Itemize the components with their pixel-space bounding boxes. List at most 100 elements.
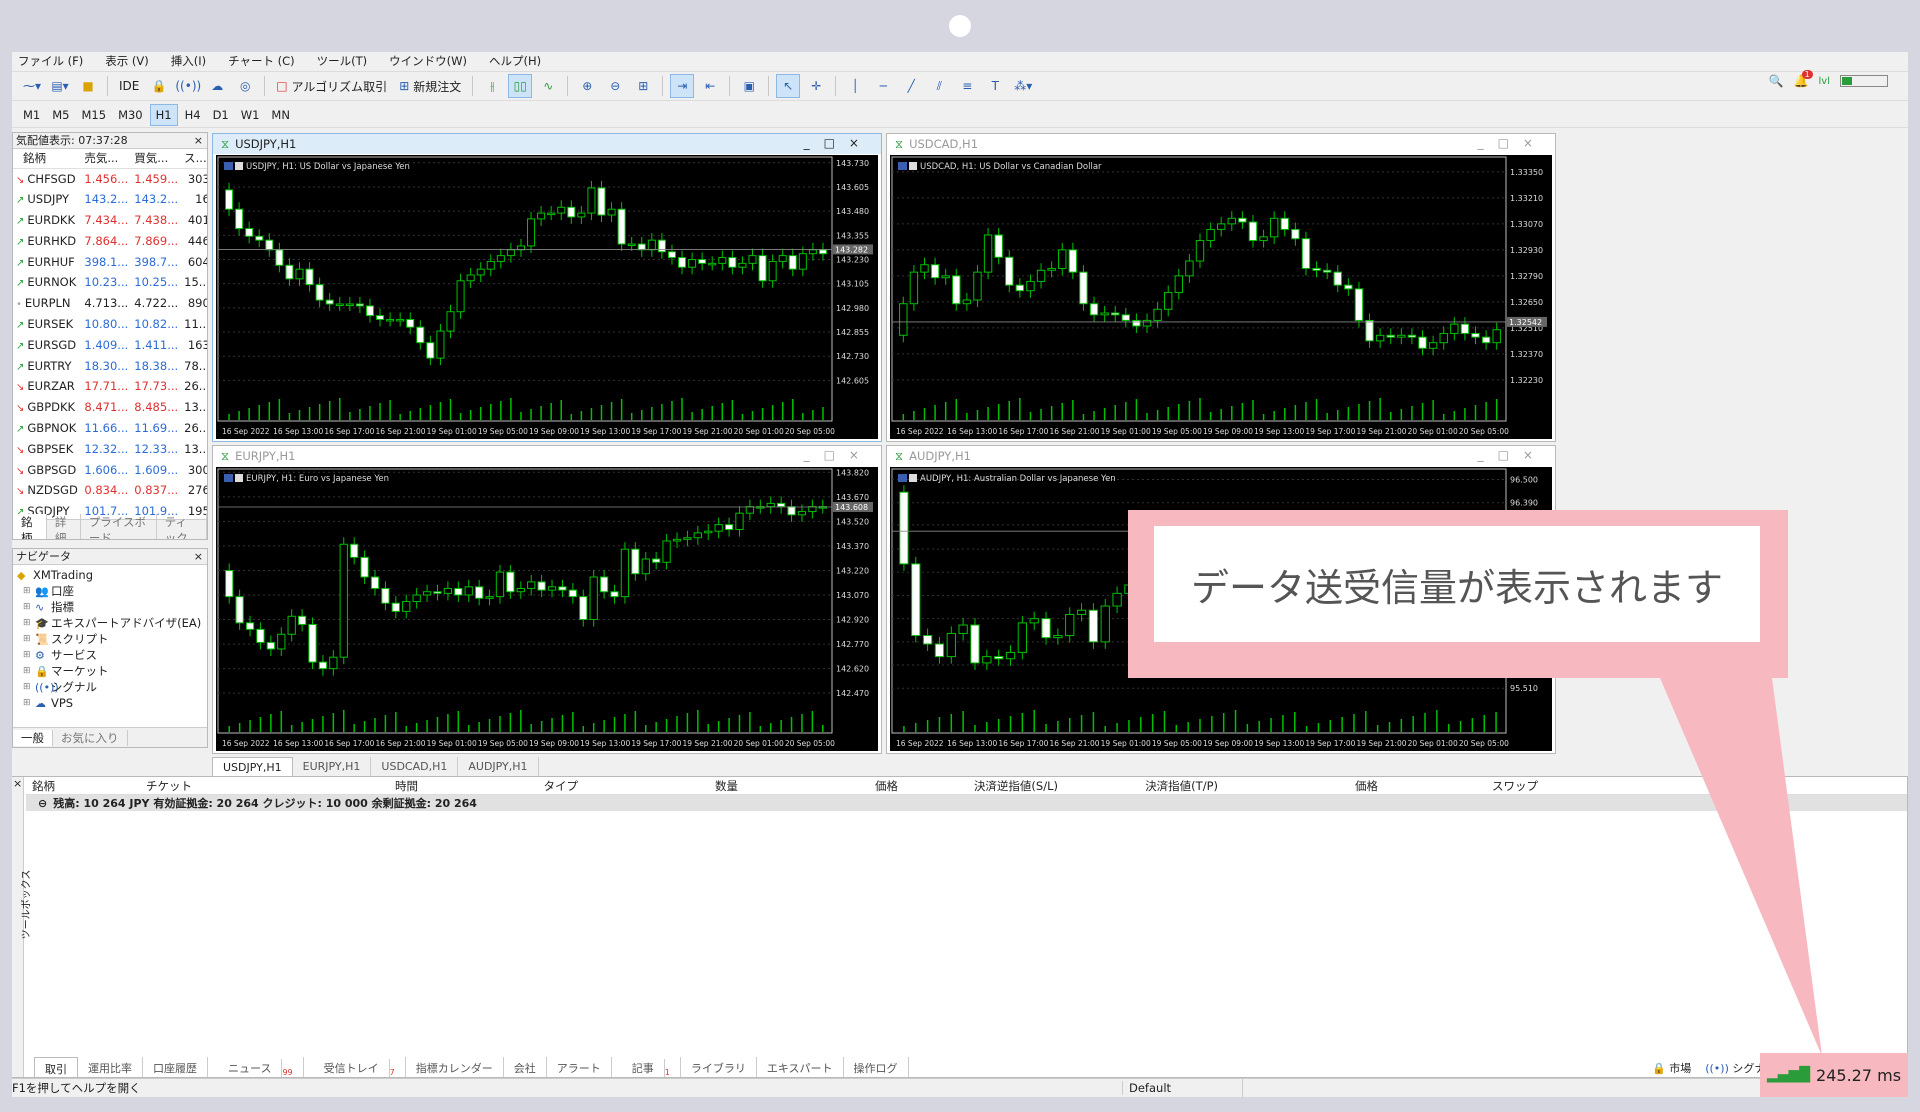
line-icon[interactable]: ∿ xyxy=(536,74,560,98)
chart-window-usdcad[interactable]: ⧖ USDCAD,H1 _□× 1.33350 1.33210 1.33070 1.329… xyxy=(886,133,1556,442)
autoscroll-icon[interactable]: ⇥ xyxy=(670,74,695,98)
tf-h4[interactable]: H4 xyxy=(180,104,206,126)
nav-item[interactable]: ⊞ 👥 口座 xyxy=(13,583,207,599)
close-icon[interactable]: × xyxy=(13,777,22,790)
nav-root[interactable]: ◆ XMTrading xyxy=(13,567,207,583)
market-watch-row[interactable]: • EURPLN 4.713... 4.722... 890 xyxy=(13,293,207,314)
ping-indicator[interactable]: ▂▄▆█ 245.27 ms xyxy=(1760,1053,1908,1097)
zoom-out-icon[interactable]: ⊖ xyxy=(603,74,627,98)
tf-d1[interactable]: D1 xyxy=(208,104,234,126)
vertical-line-icon[interactable]: │ xyxy=(843,74,867,98)
nav-item[interactable]: ⊞ ∿ 指標 xyxy=(13,599,207,615)
channel-icon[interactable]: ⫽ xyxy=(927,74,951,98)
market-watch-row[interactable]: ↗ EURSGD 1.409... 1.411... 163 xyxy=(13,334,207,355)
tab-trade[interactable]: 取引 xyxy=(34,1057,78,1077)
nav-item[interactable]: ⊞ 📜 スクリプト xyxy=(13,631,207,647)
horizontal-line-icon[interactable]: ─ xyxy=(871,74,895,98)
tab-price-board[interactable]: プライスボード xyxy=(81,513,157,539)
chart-tab-audjpy[interactable]: AUDJPY,H1 xyxy=(458,757,539,777)
col-symbol[interactable]: 銘柄 xyxy=(26,778,146,794)
col-swap[interactable]: スワップ xyxy=(1386,778,1546,794)
trendline-icon[interactable]: ╱ xyxy=(899,74,923,98)
market-link[interactable]: 🔒 市場 xyxy=(1652,1060,1691,1076)
tab-history[interactable]: 口座履歴 xyxy=(143,1057,208,1077)
tf-m1[interactable]: M1 xyxy=(18,104,45,126)
tab-news[interactable]: ニュース 99 xyxy=(208,1057,304,1077)
market-watch-row[interactable]: ↘ GBPSGD 1.606... 1.609... 300 xyxy=(13,459,207,480)
expand-icon[interactable]: ⊞ xyxy=(23,586,35,596)
col-bid[interactable]: 売気... xyxy=(81,149,132,169)
menu-window[interactable]: ウインドウ(W) xyxy=(389,53,467,69)
crosshair-icon[interactable]: ✛ xyxy=(804,74,828,98)
bar-chart-icon[interactable]: ⫲ xyxy=(480,74,504,98)
tab-alerts[interactable]: アラート xyxy=(547,1057,612,1077)
market-watch-row[interactable]: ↘ EURZAR 17.71... 17.73... 26... xyxy=(13,376,207,397)
chart-window-usdjpy[interactable]: ⧖ USDJPY,H1 _□× 143.730 143.605 143.480 143.3… xyxy=(212,133,882,442)
ide-button[interactable]: IDE xyxy=(115,74,143,98)
expand-icon[interactable]: ⊞ xyxy=(23,666,35,676)
col-symbol[interactable]: 銘柄 xyxy=(13,149,82,169)
tf-m30[interactable]: M30 xyxy=(113,104,148,126)
expand-icon[interactable]: ⊞ xyxy=(23,682,35,692)
col-ticket[interactable]: チケット xyxy=(146,778,236,794)
tf-mn[interactable]: MN xyxy=(266,104,295,126)
expand-icon[interactable]: ⊞ xyxy=(23,650,35,660)
chart-tab-eurjpy[interactable]: EURJPY,H1 xyxy=(293,757,372,777)
col-tp[interactable]: 決済指値(T/P) xyxy=(1066,778,1226,794)
market-watch-row[interactable]: ↗ EURTRY 18.30... 18.38... 78... xyxy=(13,355,207,376)
col-price[interactable]: 価格 xyxy=(746,778,906,794)
tab-details[interactable]: 詳細 xyxy=(47,513,81,539)
tab-articles[interactable]: 記事 1 xyxy=(612,1057,681,1077)
tab-symbols[interactable]: 銘柄 xyxy=(13,513,47,539)
algo-trading-button[interactable]: □ アルゴリズム取引 xyxy=(272,74,391,98)
market-watch-row[interactable]: ↗ EURHKD 7.864... 7.869... 446 xyxy=(13,230,207,251)
tile-windows-icon[interactable]: ⊞ xyxy=(631,74,655,98)
nav-item[interactable]: ⊞ ⚙ サービス xyxy=(13,647,207,663)
menu-view[interactable]: 表示 (V) xyxy=(105,53,149,69)
expand-icon[interactable]: ⊞ xyxy=(23,634,35,644)
market-watch-row[interactable]: ↗ EURDKK 7.434... 7.438... 401 xyxy=(13,210,207,231)
tab-favorites[interactable]: お気に入り xyxy=(53,729,128,746)
col-time[interactable]: 時間 xyxy=(236,778,426,794)
screenshot-icon[interactable]: ▣ xyxy=(737,74,761,98)
window-controls[interactable]: _□× xyxy=(804,136,873,150)
collapse-icon[interactable]: ⊖ xyxy=(38,797,47,810)
menu-file[interactable]: ファイル (F) xyxy=(18,53,83,69)
market-watch-row[interactable]: ↗ EURSEK 10.80... 10.82... 11... xyxy=(13,314,207,335)
tf-h1[interactable]: H1 xyxy=(149,103,178,126)
tab-general[interactable]: 一般 xyxy=(13,729,53,746)
text-icon[interactable]: T xyxy=(983,74,1007,98)
window-controls[interactable]: _□× xyxy=(1478,448,1547,462)
close-icon[interactable]: × xyxy=(194,549,203,565)
market-watch-row[interactable]: ↗USDJPY 143.2... 143.2... 16 xyxy=(13,189,207,210)
notification-icon[interactable]: 🔔 1 xyxy=(1794,70,1813,88)
nav-item[interactable]: ⊞ ☁ VPS xyxy=(13,695,207,711)
tf-m5[interactable]: M5 xyxy=(47,104,74,126)
col-spread[interactable]: ス... xyxy=(181,149,207,169)
market-watch-row[interactable]: ↘ GBPDKK 8.471... 8.485... 13... xyxy=(13,397,207,418)
market-watch-row[interactable]: ↗ EURHUF 398.1... 398.7... 604 xyxy=(13,251,207,272)
expand-icon[interactable]: ⊞ xyxy=(23,618,35,628)
market-watch-row[interactable]: ↗ GBPNOK 11.66... 11.69... 26... xyxy=(13,418,207,439)
nav-item[interactable]: ⊞ ((•)) シグナル xyxy=(13,679,207,695)
col-volume[interactable]: 数量 xyxy=(586,778,746,794)
candlestick-icon[interactable]: ▯▯ xyxy=(508,74,533,98)
tf-m15[interactable]: M15 xyxy=(77,104,112,126)
zoom-in-icon[interactable]: ⊕ xyxy=(575,74,599,98)
new-chart-icon[interactable]: ▤▾ xyxy=(48,74,72,98)
close-icon[interactable]: × xyxy=(194,133,203,149)
fibonacci-icon[interactable]: ≡ xyxy=(955,74,979,98)
expand-icon[interactable]: ⊞ xyxy=(23,698,35,708)
menu-help[interactable]: ヘルプ(H) xyxy=(489,53,541,69)
expand-icon[interactable]: ⊞ xyxy=(23,602,35,612)
col-profit[interactable]: 損益 xyxy=(1546,778,1776,794)
market-watch-row[interactable]: ↘ GBPSEK 12.32... 12.33... 13... xyxy=(13,438,207,459)
market-watch-row[interactable]: ↘ CHFSGD 1.456... 1.459... 303 xyxy=(13,168,207,189)
signal-icon[interactable]: ((•)) xyxy=(175,74,201,98)
tab-journal[interactable]: 操作ログ xyxy=(844,1057,909,1077)
eurjpy-chart[interactable]: 143.820 143.670 143.520 143.370 143.220 143.0… xyxy=(216,467,878,751)
tab-exposure[interactable]: 運用比率 xyxy=(78,1057,143,1077)
tab-experts[interactable]: エキスパート xyxy=(757,1057,844,1077)
line-chart-icon[interactable]: ⁓▾ xyxy=(20,74,44,98)
chart-window-eurjpy[interactable]: ⧖ EURJPY,H1 _□× 143.820 143.670 143.520 143.3… xyxy=(212,445,882,754)
